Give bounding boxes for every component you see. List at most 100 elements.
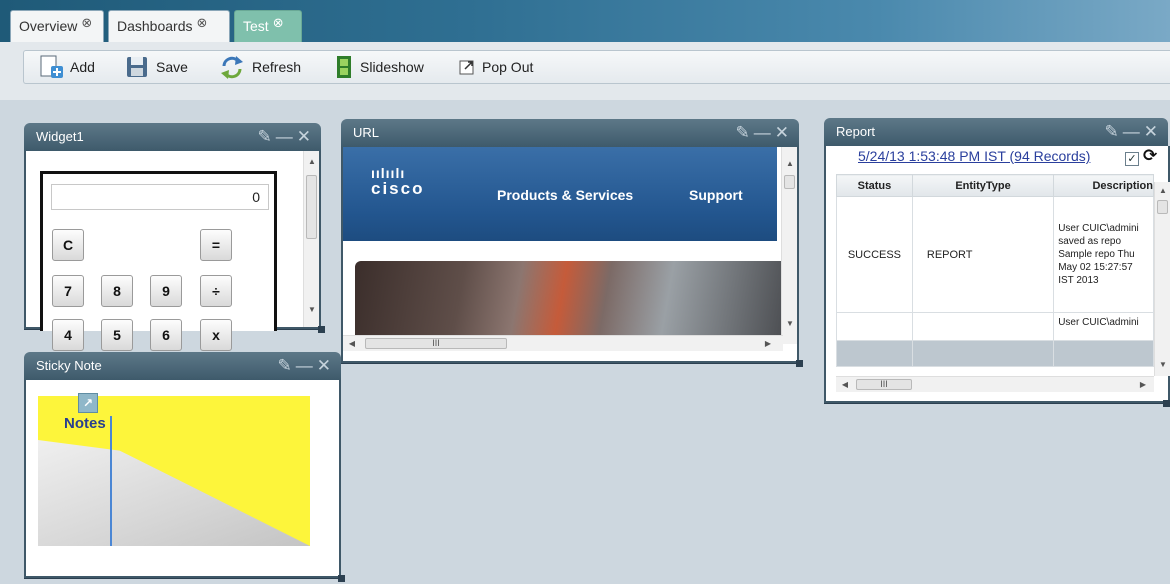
save-button[interactable]: Save — [124, 51, 188, 83]
toolbar: Add Save Refresh Slideshow Pop Out — [23, 50, 1170, 84]
scroll-left-icon[interactable]: ◀ — [345, 336, 359, 352]
table-row[interactable]: SUCCESS REPORT User CUIC\admini saved as… — [836, 196, 1154, 313]
status-cell: SUCCESS — [836, 196, 913, 313]
status-cell — [836, 340, 913, 367]
report-panel: Report ✎ — ✕ 5/24/13 1:53:48 PM IST (94 … — [824, 118, 1170, 407]
calc-key-clear[interactable]: C — [52, 229, 84, 261]
floppy-disk-icon — [127, 57, 147, 77]
scroll-up-icon[interactable]: ▲ — [304, 155, 320, 169]
cisco-logo-bars-icon: ıılıılı — [371, 165, 406, 181]
table-row[interactable] — [836, 340, 1154, 367]
report-timestamp-link[interactable]: 5/24/13 1:53:48 PM IST (94 Records) — [858, 148, 1090, 164]
calc-key-4[interactable]: 4 — [52, 319, 84, 351]
scroll-right-icon[interactable]: ▶ — [1136, 377, 1150, 393]
report-table: Status EntityType Description SUCCESS RE… — [836, 174, 1154, 367]
url-header[interactable]: URL ✎ — ✕ — [341, 119, 799, 147]
refresh-icon[interactable]: ⟳ — [1143, 146, 1157, 166]
tab-overview[interactable]: Overview ⊗ — [10, 10, 104, 42]
sticky-note-header[interactable]: Sticky Note ✎ — ✕ — [24, 352, 341, 380]
resize-handle[interactable] — [318, 326, 325, 333]
scroll-thumb[interactable] — [1157, 200, 1168, 214]
edit-pencil-icon[interactable]: ✎ — [278, 352, 292, 380]
close-icon[interactable]: ✕ — [317, 352, 331, 380]
minimize-icon[interactable]: — — [276, 123, 293, 151]
scroll-thumb[interactable] — [784, 175, 795, 189]
scroll-thumb[interactable]: III — [856, 379, 912, 390]
calc-key-8[interactable]: 8 — [101, 275, 133, 307]
close-icon[interactable]: ⊗ — [273, 15, 284, 30]
refresh-label: Refresh — [252, 59, 302, 75]
calc-key-5[interactable]: 5 — [101, 319, 133, 351]
pop-out-label: Pop Out — [482, 59, 534, 75]
url-panel: URL ✎ — ✕ ıılıılı cisco Products & Servi… — [341, 119, 803, 367]
edit-pencil-icon[interactable]: ✎ — [736, 119, 750, 147]
cisco-logo-text: cisco — [371, 179, 425, 198]
minimize-icon[interactable]: — — [296, 352, 313, 380]
add-label: Add — [70, 59, 95, 75]
report-vertical-scrollbar[interactable]: ▲ ▼ — [1154, 182, 1170, 376]
table-row[interactable]: User CUIC\admini — [836, 312, 1154, 341]
description-cell — [1053, 340, 1154, 367]
resize-handle[interactable] — [338, 575, 345, 582]
expand-arrow-icon[interactable]: ↗ — [78, 393, 98, 413]
column-header[interactable]: EntityType — [911, 174, 1055, 197]
scroll-thumb[interactable]: III — [365, 338, 507, 349]
description-cell: User CUIC\admini saved as repo Sample re… — [1053, 196, 1154, 313]
calc-key-6[interactable]: 6 — [150, 319, 182, 351]
widget1-title: Widget1 — [36, 129, 84, 144]
save-label: Save — [156, 59, 188, 75]
scroll-right-icon[interactable]: ▶ — [761, 336, 775, 352]
column-header[interactable]: Status — [836, 174, 913, 197]
slideshow-button[interactable]: Slideshow — [334, 51, 424, 83]
add-widget-icon — [40, 55, 63, 78]
film-strip-icon — [337, 56, 351, 78]
scroll-thumb[interactable] — [306, 175, 317, 239]
scroll-down-icon[interactable]: ▼ — [1155, 358, 1170, 372]
scroll-left-icon[interactable]: ◀ — [838, 377, 852, 393]
calc-key-equals[interactable]: = — [200, 229, 232, 261]
url-horizontal-scrollbar[interactable]: ◀ III ▶ — [343, 335, 783, 351]
widget1-header[interactable]: Widget1 ✎ — ✕ — [24, 123, 321, 151]
close-icon[interactable]: ⊗ — [81, 15, 92, 30]
scroll-down-icon[interactable]: ▼ — [304, 303, 320, 317]
url-title: URL — [353, 125, 380, 140]
pop-out-button[interactable]: Pop Out — [458, 51, 533, 83]
tab-test[interactable]: Test ⊗ — [234, 10, 302, 42]
add-button[interactable]: Add — [38, 51, 95, 83]
column-header[interactable]: Description — [1053, 174, 1154, 197]
resize-handle[interactable] — [1163, 400, 1170, 407]
close-icon[interactable]: ⊗ — [197, 15, 208, 30]
widget1-vertical-scrollbar[interactable]: ▲ ▼ — [303, 151, 319, 327]
widget-controls: ✎ — ✕ — [278, 352, 332, 380]
auto-refresh-checkbox[interactable]: ✓ — [1125, 152, 1139, 166]
cisco-logo[interactable]: ıılıılı cisco — [371, 165, 425, 199]
close-icon[interactable]: ✕ — [1144, 118, 1158, 146]
close-icon[interactable]: ✕ — [297, 123, 311, 151]
url-vertical-scrollbar[interactable]: ▲ ▼ — [781, 147, 797, 344]
scroll-up-icon[interactable]: ▲ — [782, 157, 798, 171]
cisco-nav-products[interactable]: Products & Services — [497, 187, 633, 203]
cisco-nav-support[interactable]: Support — [689, 187, 743, 203]
tab-test-label: Test — [243, 18, 269, 34]
calc-key-7[interactable]: 7 — [52, 275, 84, 307]
tab-dashboards[interactable]: Dashboards ⊗ — [108, 10, 230, 42]
scroll-up-icon[interactable]: ▲ — [1155, 184, 1170, 198]
report-header[interactable]: Report ✎ — ✕ — [824, 118, 1168, 146]
entity-type-cell — [911, 340, 1055, 367]
refresh-icon — [221, 56, 243, 79]
calc-key-multiply[interactable]: x — [200, 319, 232, 351]
edit-pencil-icon[interactable]: ✎ — [258, 123, 272, 151]
minimize-icon[interactable]: — — [1123, 118, 1140, 146]
report-horizontal-scrollbar[interactable]: ◀ III ▶ — [836, 376, 1154, 392]
minimize-icon[interactable]: — — [754, 119, 771, 147]
close-icon[interactable]: ✕ — [775, 119, 789, 147]
edit-pencil-icon[interactable]: ✎ — [1105, 118, 1119, 146]
refresh-button[interactable]: Refresh — [218, 51, 301, 83]
entity-type-cell — [911, 312, 1055, 341]
resize-handle[interactable] — [796, 360, 803, 367]
calc-key-divide[interactable]: ÷ — [200, 275, 232, 307]
slideshow-label: Slideshow — [360, 59, 424, 75]
scroll-down-icon[interactable]: ▼ — [782, 317, 798, 331]
calc-key-9[interactable]: 9 — [150, 275, 182, 307]
pop-out-icon — [459, 60, 474, 75]
